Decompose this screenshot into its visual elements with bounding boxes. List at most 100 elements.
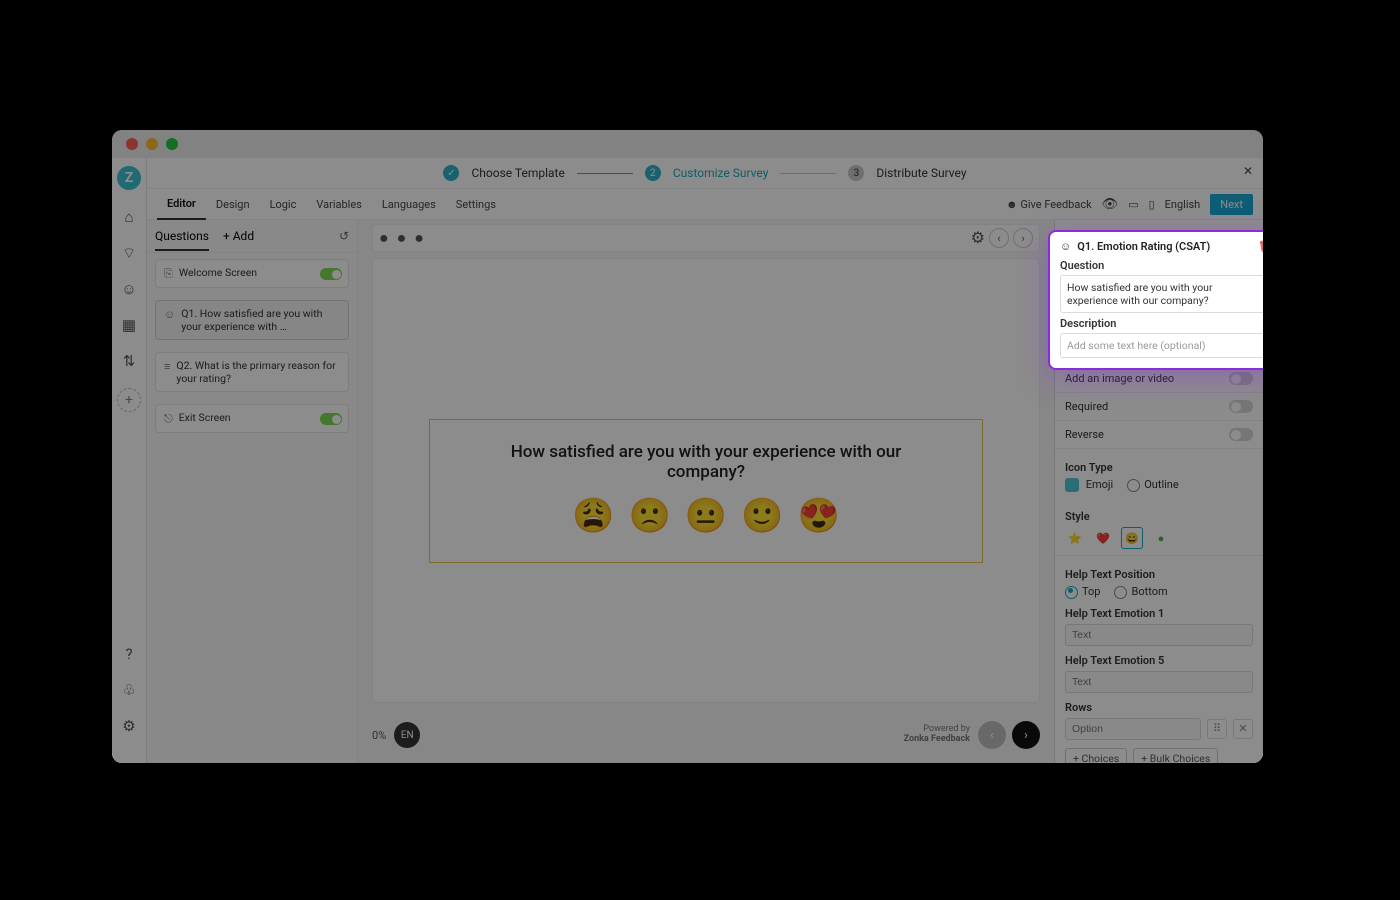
row-drag-icon[interactable]: ⠿ xyxy=(1207,719,1227,739)
tab-settings[interactable]: Settings xyxy=(446,189,506,219)
user-icon[interactable]: ☺ xyxy=(120,280,138,298)
history-icon[interactable]: ↺ xyxy=(339,229,349,243)
question-item-q1[interactable]: ☺ Q1. How satisfied are you with your ex… xyxy=(155,300,349,340)
delete-question-icon[interactable]: 🗑 xyxy=(1258,240,1263,253)
style-dot[interactable]: ● xyxy=(1151,528,1171,548)
welcome-toggle[interactable] xyxy=(320,268,342,280)
slide-next-button[interactable]: › xyxy=(1012,721,1040,749)
next-button[interactable]: Next xyxy=(1210,194,1253,215)
canvas-prev-icon[interactable]: ‹ xyxy=(989,228,1009,248)
canvas-slide: How satisfied are you with your experien… xyxy=(372,258,1040,703)
app-logo[interactable]: Z xyxy=(117,166,141,190)
language-chip[interactable]: EN xyxy=(394,722,420,748)
step1-label: Choose Template xyxy=(471,166,564,180)
description-field-label: Description xyxy=(1060,317,1263,330)
canvas-toolbar: ● ● ● ⚙ ‹ › xyxy=(372,224,1040,252)
home-icon[interactable]: ⌂ xyxy=(120,208,138,226)
icon-type-emoji[interactable]: Emoji xyxy=(1065,478,1113,492)
row-option-input[interactable] xyxy=(1065,718,1201,740)
question-preview[interactable]: How satisfied are you with your experien… xyxy=(429,419,983,563)
drag-handle-icon[interactable]: ● ● ● xyxy=(379,228,426,248)
style-star[interactable]: ⭐ xyxy=(1065,528,1085,548)
text-icon: ≡ xyxy=(164,360,170,373)
slide-prev-button[interactable]: ‹ xyxy=(978,721,1006,749)
emoji-3[interactable]: 😐 xyxy=(685,496,727,536)
workflow-icon[interactable]: ⇅ xyxy=(120,352,138,370)
icon-type-outline[interactable]: Outline xyxy=(1127,478,1179,492)
emoji-1[interactable]: 😩 xyxy=(572,496,614,536)
prop-reverse[interactable]: Reverse xyxy=(1055,421,1263,449)
step1-badge: ✓ xyxy=(443,165,459,181)
add-choices-button[interactable]: + Choices xyxy=(1065,748,1127,763)
question-item-exit[interactable]: ⎋ Exit Screen xyxy=(155,404,349,433)
style-emoji[interactable]: 😄 xyxy=(1121,527,1143,549)
tab-logic[interactable]: Logic xyxy=(260,189,307,219)
notifications-icon[interactable]: ♧ xyxy=(120,681,138,699)
question-item-welcome[interactable]: ⎘ Welcome Screen xyxy=(155,259,349,288)
emoji-2[interactable]: 🙁 xyxy=(628,496,670,536)
question-item-q2[interactable]: ≡ Q2. What is the primary reason for you… xyxy=(155,352,349,392)
emoji-5[interactable]: 😍 xyxy=(798,496,840,536)
prop-style-label: Style xyxy=(1065,510,1253,523)
card-title: Q1. Emotion Rating (CSAT) xyxy=(1077,240,1210,253)
rail-add-button[interactable]: + xyxy=(117,388,141,412)
settings-icon[interactable]: ⚙ xyxy=(120,717,138,735)
reverse-toggle[interactable] xyxy=(1229,428,1253,441)
progress-stepper: ✓ Choose Template 2 Customize Survey 3 D… xyxy=(147,158,1263,188)
hte5-input[interactable] xyxy=(1065,671,1253,693)
questions-panel: Questions + Add ↺ ⎘ Welcome Screen ☺ Q1.… xyxy=(147,220,358,763)
mac-titlebar xyxy=(112,130,1263,158)
emoji-scale: 😩 🙁 😐 🙂 😍 xyxy=(470,496,942,536)
tab-editor[interactable]: Editor xyxy=(157,188,206,220)
prop-required[interactable]: Required xyxy=(1055,393,1263,421)
add-question-button[interactable]: + Add xyxy=(223,229,254,243)
questions-tab[interactable]: Questions xyxy=(155,229,209,251)
powered-by: Powered by Zonka Feedback xyxy=(904,725,970,745)
close-window-dot[interactable] xyxy=(126,138,138,150)
calendar-icon[interactable]: ▦ xyxy=(120,316,138,334)
prop-icon-type-label: Icon Type xyxy=(1065,461,1253,474)
editor-tabs: Editor Design Logic Variables Languages … xyxy=(147,188,1263,220)
help-icon[interactable]: ? xyxy=(120,645,138,663)
tab-design[interactable]: Design xyxy=(206,189,260,219)
help-pos-top[interactable]: Top xyxy=(1065,585,1100,599)
bulk-choices-button[interactable]: + Bulk Choices xyxy=(1133,748,1218,763)
canvas-next-icon[interactable]: › xyxy=(1013,228,1033,248)
step2-badge: 2 xyxy=(645,165,661,181)
description-field[interactable]: Add some text here (optional) xyxy=(1060,333,1263,358)
media-toggle[interactable] xyxy=(1229,372,1253,385)
tab-languages[interactable]: Languages xyxy=(372,189,446,219)
left-rail: Z ⌂ ⌔ ☺ ▦ ⇅ + ? ♧ ⚙ xyxy=(112,158,147,763)
exit-toggle[interactable] xyxy=(320,413,342,425)
hte1-input[interactable] xyxy=(1065,624,1253,646)
preview-icon[interactable]: 👁 xyxy=(1102,197,1119,212)
step3-badge: 3 xyxy=(848,165,864,181)
prop-help-pos-label: Help Text Position xyxy=(1065,568,1253,581)
device-mobile-icon[interactable]: ▯ xyxy=(1149,198,1155,211)
canvas-settings-icon[interactable]: ⚙ xyxy=(971,228,985,248)
survey-canvas: ● ● ● ⚙ ‹ › How satisfied are you with y… xyxy=(358,220,1054,763)
language-selector[interactable]: English xyxy=(1165,198,1201,211)
device-desktop-icon[interactable]: ▭ xyxy=(1128,198,1138,211)
row-delete-icon[interactable]: ✕ xyxy=(1233,719,1253,739)
prop-hte5-label: Help Text Emotion 5 xyxy=(1065,654,1253,667)
required-toggle[interactable] xyxy=(1229,400,1253,413)
question-field-label: Question xyxy=(1060,259,1263,272)
question-text: How satisfied are you with your experien… xyxy=(470,442,942,482)
style-heart[interactable]: ❤️ xyxy=(1093,528,1113,548)
emotion-rating-icon: ☺ xyxy=(1060,240,1071,253)
step3-label: Distribute Survey xyxy=(876,166,966,180)
welcome-icon: ⎘ xyxy=(164,267,173,281)
tab-variables[interactable]: Variables xyxy=(306,189,372,219)
progress-pct: 0% xyxy=(372,729,386,742)
emoji-4[interactable]: 🙂 xyxy=(741,496,783,536)
emotion-icon: ☺ xyxy=(164,308,175,321)
minimize-window-dot[interactable] xyxy=(146,138,158,150)
app-window: Z ⌂ ⌔ ☺ ▦ ⇅ + ? ♧ ⚙ ✓ Choose Template 2 … xyxy=(112,130,1263,763)
give-feedback-link[interactable]: ☻ Give Feedback xyxy=(1006,198,1092,211)
dashboard-icon[interactable]: ⌔ xyxy=(120,244,138,262)
question-field[interactable]: How satisfied are you with your experien… xyxy=(1060,275,1263,313)
help-pos-bottom[interactable]: Bottom xyxy=(1114,585,1167,599)
close-icon[interactable]: ✕ xyxy=(1243,164,1253,178)
maximize-window-dot[interactable] xyxy=(166,138,178,150)
